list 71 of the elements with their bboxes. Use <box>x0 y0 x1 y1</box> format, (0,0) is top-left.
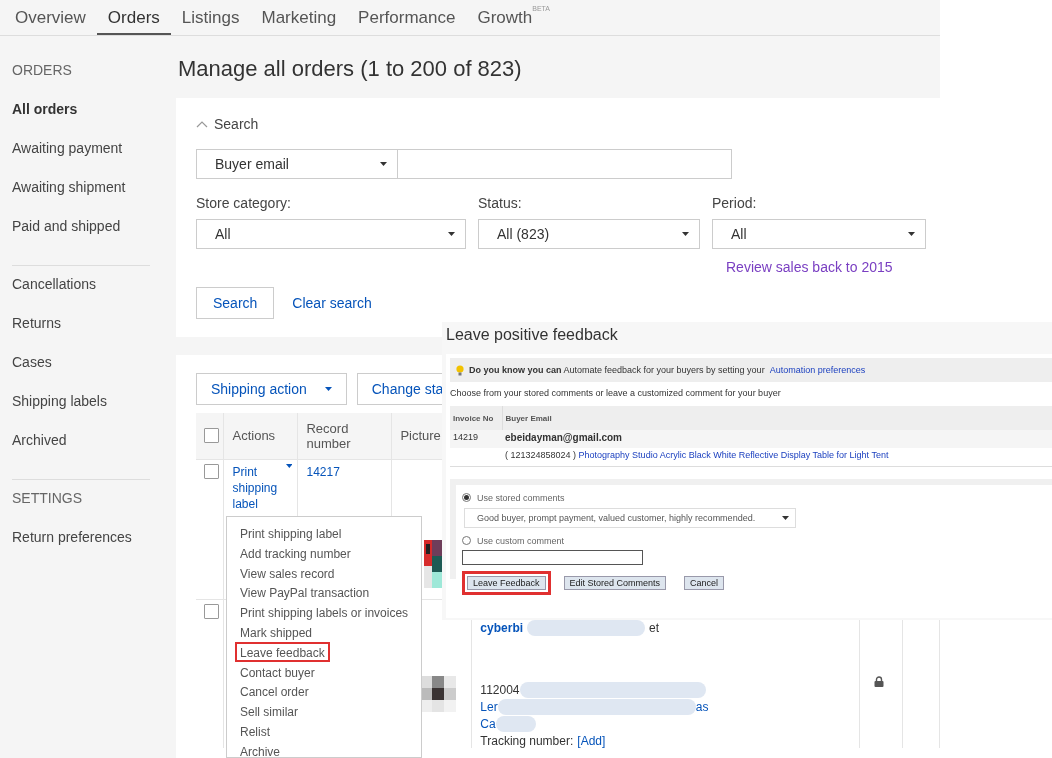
sidebar-item[interactable]: All orders <box>12 101 150 140</box>
nav-tab[interactable]: Marketing <box>250 0 348 35</box>
menu-item[interactable]: Mark shipped <box>235 622 318 642</box>
nav-tab[interactable]: Overview <box>4 0 97 35</box>
sidebar-heading: SETTINGS <box>12 490 83 508</box>
item-link[interactable]: Ca <box>480 716 496 731</box>
column-header: Invoice No <box>453 413 494 423</box>
nav-tab[interactable]: Performance <box>347 0 467 35</box>
menu-item[interactable]: Sell similar <box>235 701 303 721</box>
sidebar-item[interactable]: Archived <box>12 432 150 471</box>
sidebar-item[interactable]: Paid and shipped <box>12 218 150 257</box>
option-label: Use custom comment <box>477 535 565 546</box>
menu-item[interactable]: Cancel order <box>235 681 314 702</box>
menu-item[interactable]: Print shipping labels or invoices <box>235 602 414 622</box>
sidebar-item[interactable]: Returns <box>12 315 150 354</box>
option-label: Use stored comments <box>477 492 565 503</box>
field-select[interactable]: Buyer email <box>196 149 398 179</box>
sidebar-heading: ORDERS <box>12 62 73 80</box>
column-header: Buyer Email <box>505 413 552 423</box>
tip-text: Do you know you can Automate feedback for your buyers by setting your <box>469 365 765 375</box>
sidebar-item[interactable]: Return preferences <box>12 529 150 568</box>
filter-label: Status: <box>478 195 523 211</box>
panel-title: Leave positive feedback <box>446 325 619 345</box>
column-header: Picture <box>400 428 441 444</box>
sidebar-item[interactable]: Awaiting payment <box>12 140 150 179</box>
toolbar-button[interactable]: Shipping action <box>196 373 347 405</box>
search-toggle[interactable]: Search <box>196 116 259 132</box>
column-header: Record number <box>306 420 351 451</box>
sidebar-item[interactable]: Cancellations <box>12 276 150 315</box>
action-link[interactable]: Print shipping label <box>232 463 293 512</box>
automation-preferences-link[interactable]: Automation preferences <box>769 365 866 375</box>
item-number: 112004 <box>480 682 520 697</box>
nav-tab[interactable]: Listings <box>170 0 251 35</box>
buyer-email: ebeidayman@gmail.com <box>505 432 622 443</box>
sidebar-item[interactable]: Shipping labels <box>12 393 150 432</box>
column-header: Actions <box>232 428 276 444</box>
item-number: ( 121324858024 ) <box>505 450 577 460</box>
item-link[interactable]: Photography Studio Acrylic Black White Reflective Display Table for Light Tent <box>578 450 889 460</box>
sidebar-item[interactable]: Cases <box>12 354 150 393</box>
dialog-button[interactable]: Cancel <box>679 570 730 595</box>
invoice-number: 14219 <box>453 432 479 442</box>
nav-tab[interactable]: Growth$^{BETA}$ <box>466 0 561 35</box>
menu-item[interactable]: Leave feedback <box>235 641 330 662</box>
comment-select[interactable]: Good buyer, prompt payment, valued customer, highly recommended. <box>464 507 796 528</box>
page-title: Manage all orders (1 to 200 of 823) <box>177 55 523 83</box>
filter-label: Store category: <box>196 195 292 211</box>
search-button[interactable]: Search <box>196 287 275 319</box>
menu-item[interactable]: Add tracking number <box>235 542 356 563</box>
record-link[interactable]: 14217 <box>306 464 340 479</box>
item-link[interactable]: Ler <box>480 699 498 714</box>
clear-search-link[interactable]: Clear search <box>292 295 372 311</box>
menu-item[interactable]: Archive <box>235 740 285 757</box>
filter-select[interactable]: All <box>712 219 926 249</box>
menu-item[interactable]: Relist <box>235 720 275 741</box>
review-sales-link[interactable]: Review sales back to 2015 <box>712 259 926 275</box>
filter-select[interactable]: All <box>196 219 466 249</box>
item-link-end[interactable]: as <box>695 699 709 714</box>
filter-select[interactable]: All (823) <box>478 219 700 249</box>
menu-item[interactable]: Print shipping label <box>235 523 347 543</box>
menu-item[interactable]: Contact buyer <box>235 661 320 682</box>
nav-tab[interactable]: Orders <box>96 0 171 35</box>
filter-label: Period: <box>712 195 758 211</box>
item-title-link[interactable]: cyberbi <box>480 620 524 635</box>
sidebar-item[interactable]: Awaiting shipment <box>12 179 150 218</box>
instruction-text: Choose from your stored comments or leave a customized comment for your buyer <box>450 388 782 398</box>
item-title-end: et <box>649 620 660 635</box>
tracking-label: Tracking number: <box>480 733 574 748</box>
add-tracking-link[interactable]: [Add] <box>577 733 606 748</box>
menu-item[interactable]: View PayPal transaction <box>235 582 375 603</box>
dialog-button[interactable]: Leave Feedback <box>462 570 551 595</box>
menu-item[interactable]: View sales record <box>235 562 340 583</box>
